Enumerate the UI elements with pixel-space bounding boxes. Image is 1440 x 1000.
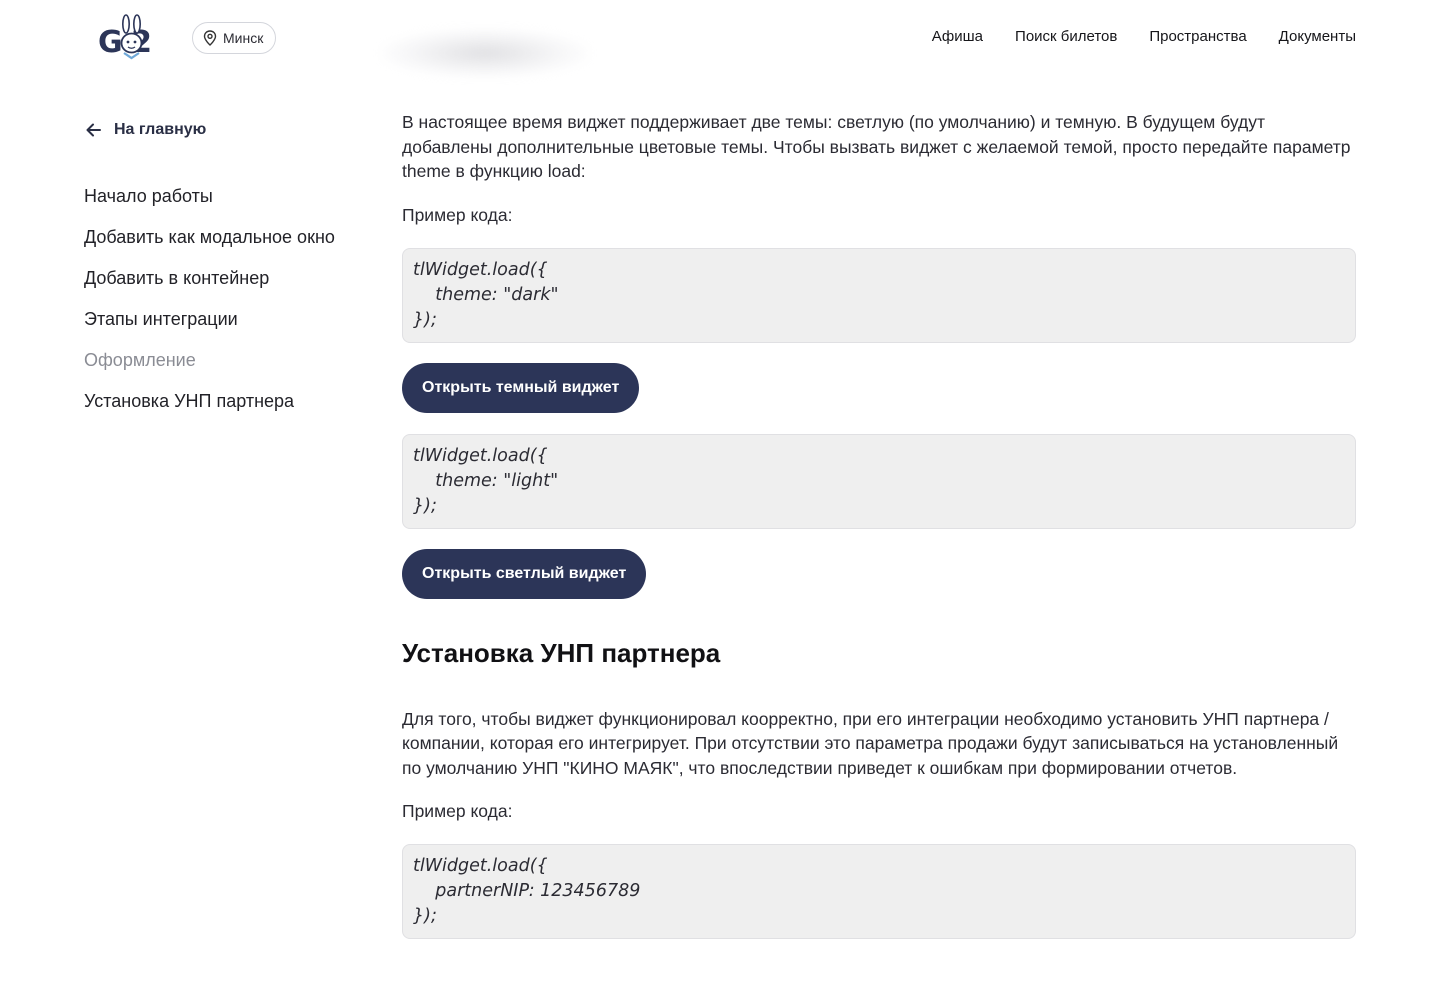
section-title-partner-unp: Установка УНП партнера <box>402 637 721 668</box>
logo[interactable]: G 2 <box>98 14 164 64</box>
nav-spaces[interactable]: Пространства <box>1149 28 1246 45</box>
code-block-light: tlWidget.load({ theme: "light" }); <box>402 433 1356 529</box>
arrow-left-icon <box>86 123 101 137</box>
unp-description: Для того, чтобы виджет функционировал ко… <box>402 708 1339 778</box>
sidebar-item-styling[interactable]: Оформление <box>84 348 384 372</box>
sidebar-item-modal[interactable]: Добавить как модальное окно <box>84 225 384 249</box>
code-block-unp: tlWidget.load({ partnerNIP: 123456789 })… <box>402 844 1356 939</box>
sidebar-item-partner-unp[interactable]: Установка УНП партнера <box>84 389 384 413</box>
open-dark-widget-button[interactable]: Открыть темный виджет <box>402 362 640 413</box>
bunny-mascot-icon <box>120 14 143 60</box>
main-content: В настоящее время виджет поддерживает дв… <box>402 110 1356 939</box>
sidebar-item-getting-started[interactable]: Начало работы <box>84 184 384 208</box>
site-header: G 2 Минск Афиша Поиск билетов Пространст… <box>0 0 1440 78</box>
open-light-widget-button[interactable]: Открыть светлый виджет <box>402 548 647 599</box>
location-pin-icon <box>203 30 217 46</box>
sidebar-item-container[interactable]: Добавить в контейнер <box>84 266 384 290</box>
sidebar-menu: Начало работы Добавить как модальное окн… <box>84 184 384 413</box>
nav-ticket-search[interactable]: Поиск билетов <box>1015 28 1117 45</box>
sidebar-item-integration-steps[interactable]: Этапы интеграции <box>84 307 384 331</box>
code-block-dark: tlWidget.load({ theme: "dark" }); <box>402 247 1356 343</box>
blurred-area <box>380 28 590 78</box>
back-label: На главную <box>114 121 207 138</box>
top-nav: Афиша Поиск билетов Пространства Докумен… <box>932 28 1356 45</box>
city-name: Минск <box>223 30 264 46</box>
code-example-label: Пример кода: <box>402 204 513 225</box>
nav-afisha[interactable]: Афиша <box>932 28 983 45</box>
theme-description: В настоящее время виджет поддерживает дв… <box>402 112 1351 181</box>
code-example-label-2: Пример кода: <box>402 801 513 821</box>
sidebar: На главную Начало работы Добавить как мо… <box>84 118 384 430</box>
city-selector[interactable]: Минск <box>192 22 277 54</box>
back-to-home-link[interactable]: На главную <box>84 118 384 142</box>
nav-documents[interactable]: Документы <box>1279 28 1356 45</box>
